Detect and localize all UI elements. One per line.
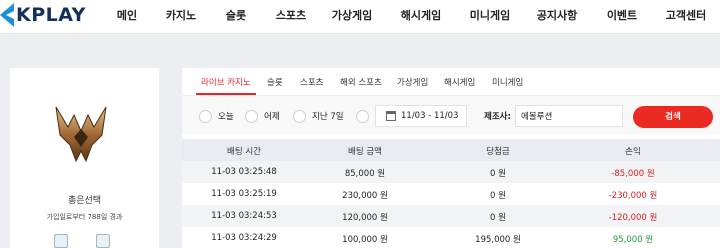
cell-win: 0 원 — [490, 213, 506, 223]
radio-today-label: 오늘 — [218, 112, 234, 122]
membership-days: 가입일로부터 788일 경과 — [46, 213, 123, 221]
nav-item-9[interactable]: 고객센터 — [666, 7, 706, 23]
radio-last7[interactable] — [293, 110, 306, 123]
nav-item-5[interactable]: 해시게임 — [401, 7, 441, 23]
radio-today[interactable] — [199, 110, 212, 123]
radio-custom-date[interactable] — [356, 110, 369, 123]
radio-yesterday[interactable] — [245, 110, 258, 123]
nav-item-7[interactable]: 공지사항 — [537, 7, 577, 23]
date-range-text: 11/03 - 11/03 — [401, 111, 459, 121]
logo[interactable]: KPLAY — [0, 2, 86, 28]
table-header: 배팅 시간 배팅 금액 당첨금 손익 — [182, 139, 720, 161]
date-range-picker[interactable]: 11/03 - 11/03 — [375, 105, 467, 127]
nav-item-4[interactable]: 가상게임 — [332, 7, 372, 23]
cell-pnl: -85,000 원 — [611, 169, 655, 179]
cell-time: 11-03 03:24:29 — [211, 233, 277, 243]
column-header-2: 당첨금 — [486, 147, 510, 157]
maker-field[interactable] — [515, 105, 623, 127]
tab-2[interactable]: 스포츠 — [300, 76, 323, 88]
cell-win: 195,000 원 — [475, 235, 521, 245]
tab-6[interactable]: 미니게임 — [492, 76, 523, 88]
column-header-1: 배팅 금액 — [348, 147, 382, 157]
top-header: KPLAY 메인 카지노 슬롯 스포츠 가상게임 해시게임 미니게임 공지사항 이벤트 고객센터 — [0, 0, 720, 34]
game-tabs: 라이브 카지노 슬롯 스포츠 해외 스포츠 가상게임 해시게임 미니게임 — [182, 68, 720, 96]
cell-bet: 230,000 원 — [342, 191, 388, 201]
table-row: 11-03 03:25:48 85,000 원 0 원 -85,000 원 — [182, 161, 720, 183]
table-row: 11-03 03:25:19 230,000 원 0 원 -230,000 원 — [182, 183, 720, 205]
tab-1[interactable]: 슬롯 — [267, 76, 283, 88]
calendar-icon — [386, 111, 396, 121]
nav-item-6[interactable]: 미니게임 — [470, 7, 510, 23]
table-row: 11-03 03:24:53 120,000 원 0 원 -120,000 원 — [182, 205, 720, 227]
nav-item-2[interactable]: 슬롯 — [226, 7, 246, 23]
wallet-icon[interactable] — [54, 234, 68, 248]
table-body: 11-03 03:25:48 85,000 원0 원 -85,000 원 11-03 … — [182, 161, 720, 248]
cell-time: 11-03 03:25:48 — [211, 167, 277, 177]
cell-win: 0 원 — [490, 191, 506, 201]
username: 총은선택 — [67, 196, 102, 206]
rank-badge-icon — [55, 106, 107, 163]
cell-time: 11-03 03:25:19 — [211, 189, 277, 199]
tab-3[interactable]: 해외 스포츠 — [340, 76, 382, 88]
cell-win: 0 원 — [490, 169, 506, 179]
tab-0[interactable]: 라이브 카지노 — [201, 76, 251, 88]
tab-4[interactable]: 가상게임 — [397, 76, 428, 88]
radio-yesterday-label: 어제 — [264, 112, 280, 122]
cell-bet: 85,000 원 — [344, 169, 386, 179]
nav-item-8[interactable]: 이벤트 — [607, 7, 637, 23]
radio-last7-label: 지난 7일 — [312, 112, 344, 122]
cell-bet: 120,000 원 — [342, 213, 388, 223]
tab-5[interactable]: 해시게임 — [444, 76, 475, 88]
bet-history-panel: 라이브 카지노 슬롯 스포츠 해외 스포츠 가상게임 해시게임 미니게임 오늘 어제 지난 … — [182, 68, 720, 248]
cell-time: 11-03 03:24:53 — [211, 211, 277, 221]
cell-pnl: 95,000 원 — [612, 235, 654, 245]
nav-item-1[interactable]: 카지노 — [166, 7, 196, 23]
filter-bar: 오늘 어제 지난 7일 11/03 - 11/03 제조사: 검색 — [182, 96, 720, 134]
message-icon[interactable] — [96, 234, 110, 248]
nav-item-0[interactable]: 메인 — [117, 7, 137, 23]
active-tab-indicator — [196, 93, 256, 95]
user-profile-card: 총은선택 가입일로부터 788일 경과 — [10, 68, 159, 248]
cell-pnl: -230,000 원 — [608, 191, 658, 201]
logo-mark-icon — [0, 3, 14, 27]
nav-item-3[interactable]: 스포츠 — [276, 7, 306, 23]
logo-text: KPLAY — [16, 4, 86, 26]
table-row: 11-03 03:24:29 100,000 원 195,000 원 95,000 원 — [182, 227, 720, 248]
maker-label: 제조사: — [484, 112, 511, 122]
column-header-0: 배팅 시간 — [227, 147, 261, 157]
cell-bet: 100,000 원 — [342, 235, 388, 245]
column-header-3: 손익 — [625, 147, 641, 157]
search-button[interactable]: 검색 — [633, 106, 713, 128]
cell-pnl: -120,000 원 — [608, 213, 658, 223]
